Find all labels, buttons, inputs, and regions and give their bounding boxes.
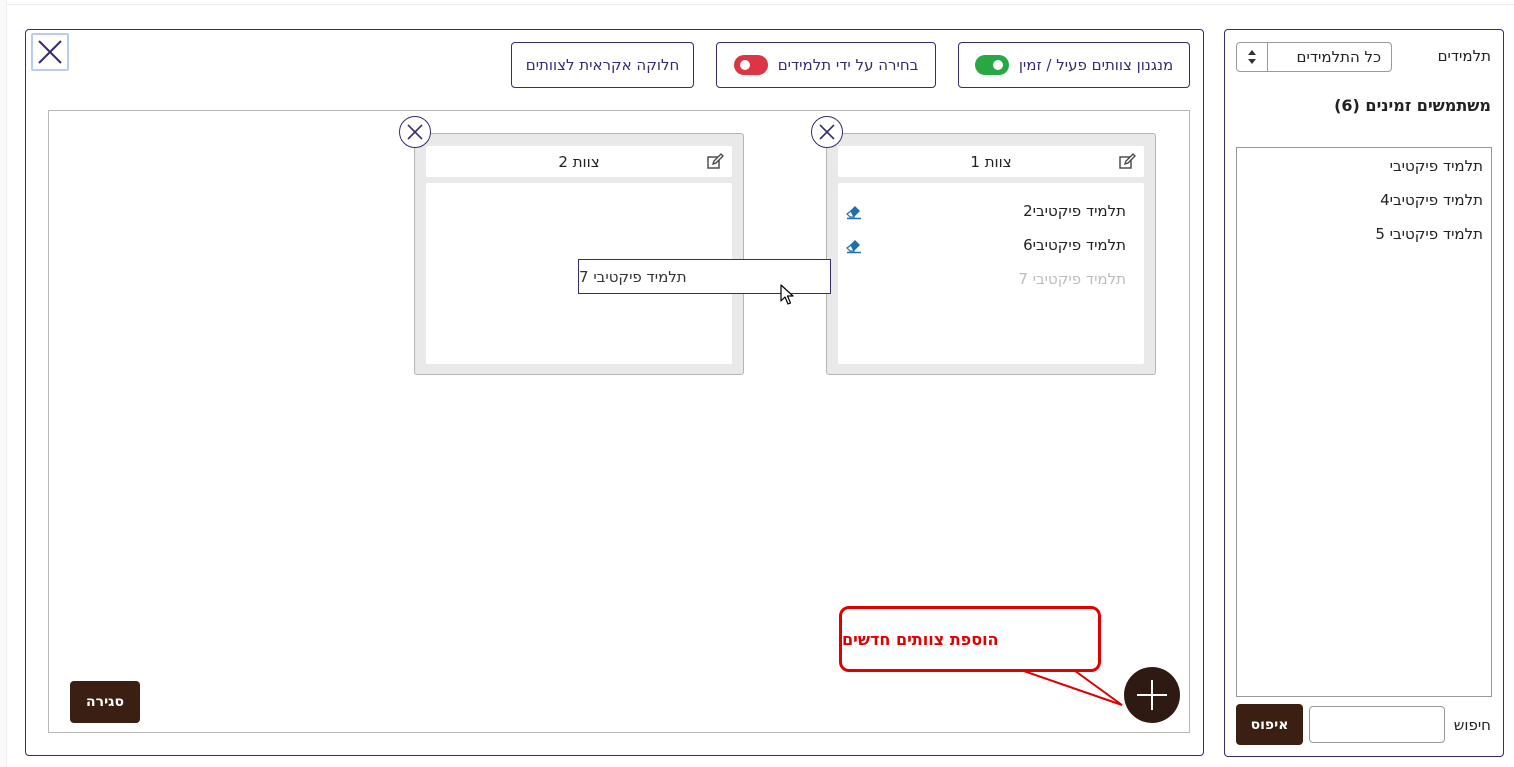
member-name: תלמיד פיקטיבי2 [1023,202,1126,220]
team-member[interactable]: תלמיד פיקטיבי2 [838,197,1144,225]
close-icon [407,124,423,140]
active-time-toggle[interactable] [974,55,1009,75]
member-name: תלמיד פיקטיבי6 [1023,236,1126,254]
reset-label: איפוס [1250,716,1289,733]
active-time-toggle-button[interactable]: מנגנון צוותים פעיל / זמין [958,42,1190,88]
eraser-icon[interactable] [844,235,864,255]
remove-team-2-button[interactable] [399,116,431,148]
team-1-header: צוות 1 [838,146,1144,177]
available-users-list[interactable]: תלמיד פיקטיבי תלמיד פיקטיבי4 תלמיד פיקטי… [1236,147,1492,697]
available-user-item[interactable]: תלמיד פיקטיבי4 [1380,191,1483,209]
mouse-pointer-icon [780,284,794,305]
random-split-label: חלוקה אקראית לצוותים [525,56,680,74]
edit-icon[interactable] [1118,153,1136,171]
eraser-icon[interactable] [844,201,864,221]
add-team-button[interactable] [1124,667,1180,723]
close-dialog-button[interactable]: סגירה [70,681,140,723]
available-users-title: משתמשים זמינים (6) [1334,96,1491,115]
student-choice-toggle[interactable] [733,55,768,75]
top-divider [0,4,1514,5]
team-card-2: צוות 2 [414,133,744,375]
students-label: תלמידים [1437,47,1491,65]
callout-text: הוספת צוותים חדשים [842,629,999,649]
team-2-title: צוות 2 [558,152,600,171]
search-input[interactable] [1309,706,1445,743]
filter-selected-value: כל התלמידים [1296,48,1381,66]
left-edge [0,0,7,767]
team-2-header: צוות 2 [426,146,732,177]
team-member[interactable]: תלמיד פיקטיבי6 [838,231,1144,259]
edit-icon[interactable] [706,153,724,171]
reset-button[interactable]: איפוס [1236,704,1303,745]
available-user-item[interactable]: תלמיד פיקטיבי 5 [1375,225,1483,243]
plus-icon [1137,680,1167,710]
available-user-item[interactable]: תלמיד פיקטיבי [1390,157,1483,175]
panel-close-button[interactable] [31,33,69,71]
random-split-button[interactable]: חלוקה אקראית לצוותים [511,42,694,88]
team-card-1: צוות 1 תלמיד פיקטיבי2 תלמיד פיקטיבי6 תלמ… [826,133,1156,375]
team-1-members[interactable]: תלמיד פיקטיבי2 תלמיד פיקטיבי6 תלמיד פיקט… [838,183,1144,364]
close-icon [38,40,62,64]
active-time-label: מנגנון צוותים פעיל / זמין [1018,56,1174,74]
close-icon [819,124,835,140]
remove-team-1-button[interactable] [811,116,843,148]
search-label: חיפוש [1453,716,1491,734]
ghost-member-name: תלמיד פיקטיבי 7 [1018,270,1126,288]
dragged-student-name: תלמיד פיקטיבי 7 [579,267,687,286]
add-teams-callout: הוספת צוותים חדשים [839,606,1101,672]
close-dialog-label: סגירה [86,694,124,710]
student-choice-toggle-button[interactable]: בחירה על ידי תלמידים [716,42,936,88]
sort-arrows-icon [1237,43,1268,71]
team-1-title: צוות 1 [970,152,1012,171]
student-choice-label: בחירה על ידי תלמידים [777,56,919,74]
students-filter-select[interactable]: כל התלמידים [1236,42,1392,72]
ghost-member-placeholder: תלמיד פיקטיבי 7 [838,265,1144,293]
